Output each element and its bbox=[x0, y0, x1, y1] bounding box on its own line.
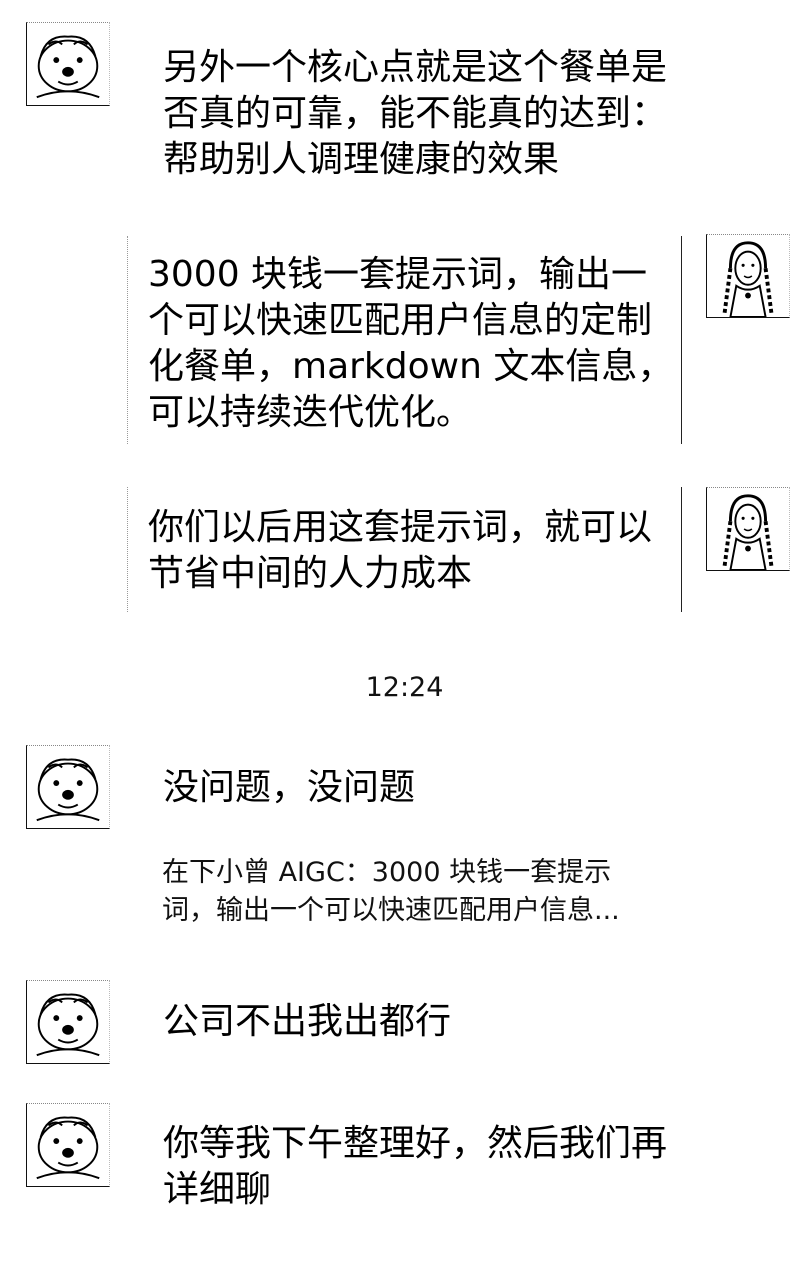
dog-avatar-icon[interactable] bbox=[26, 1103, 110, 1187]
woman-avatar-icon[interactable] bbox=[706, 234, 790, 318]
dog-avatar-icon[interactable] bbox=[26, 22, 110, 106]
message-text: 另外一个核心点就是这个餐单是 否真的可靠，能不能真的达到： 帮助别人调理健康的效… bbox=[163, 47, 668, 180]
message-text: 公司不出我出都行 bbox=[163, 1001, 452, 1042]
message-text: 3000 块钱一套提示词，输出一 个可以快速匹配用户信息的定制 化餐单，mark… bbox=[148, 254, 674, 433]
quoted-message[interactable]: 在下小曾 AIGC：3000 块钱一套提示 词，输出一个可以快速匹配用户信息..… bbox=[162, 854, 620, 930]
dog-avatar-icon[interactable] bbox=[26, 745, 110, 829]
message-text: 你等我下午整理好，然后我们再 详细聊 bbox=[163, 1123, 668, 1210]
timestamp: 12:24 bbox=[365, 672, 444, 703]
woman-avatar-icon[interactable] bbox=[706, 487, 790, 571]
message-text: 你们以后用这套提示词，就可以 节省中间的人力成本 bbox=[148, 507, 653, 594]
dog-avatar-icon[interactable] bbox=[26, 980, 110, 1064]
message-text: 没问题，没问题 bbox=[163, 767, 416, 808]
